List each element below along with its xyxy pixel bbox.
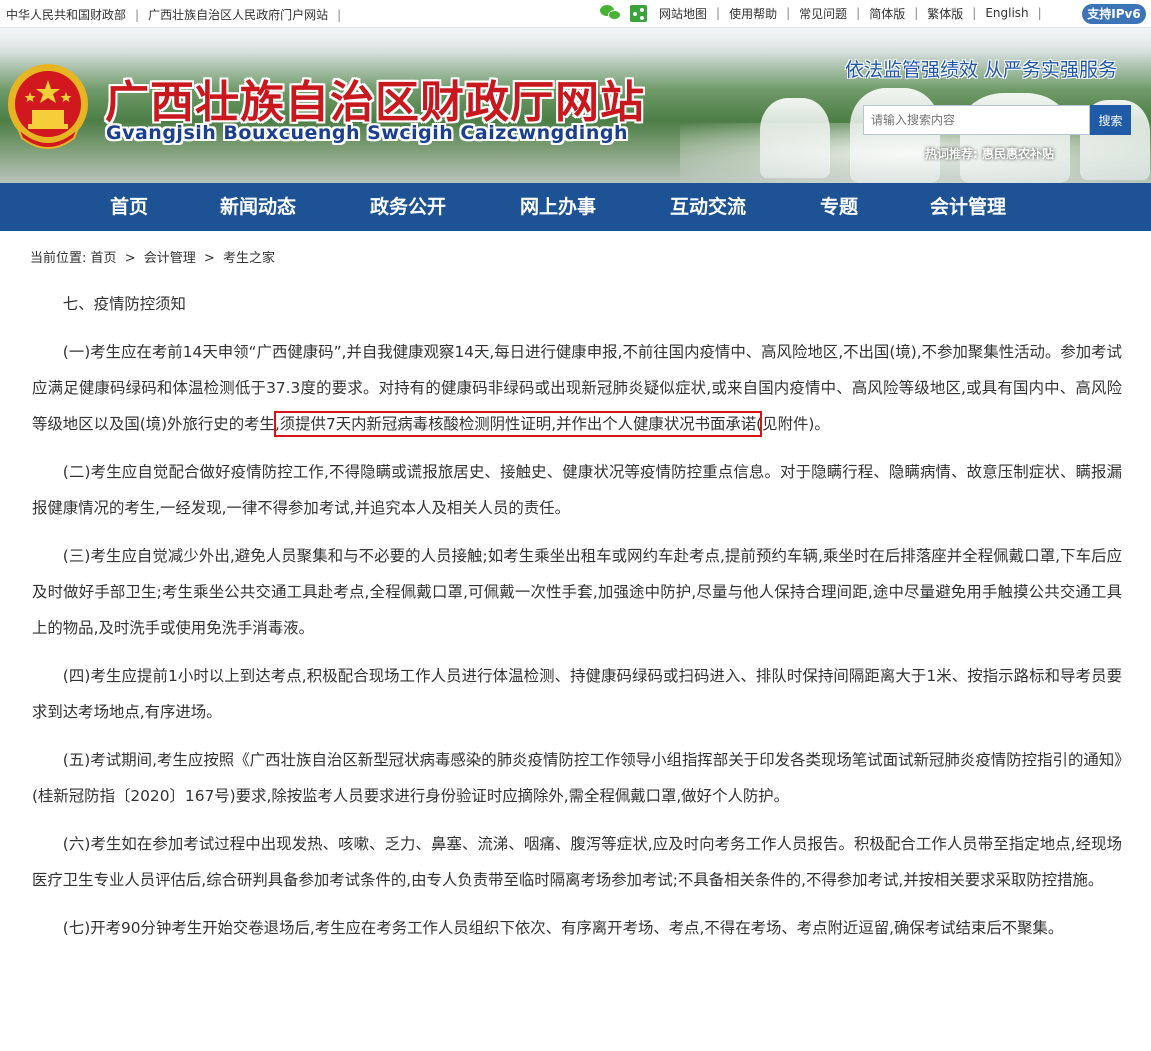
hot-words[interactable]: 热词推荐: 惠民惠农补贴 [925,145,1054,162]
nav-home[interactable]: 首页 [110,183,148,231]
national-emblem-icon [8,64,88,149]
paragraph-3: (三)考生应自觉减少外出,避免人员聚集和与不必要的人员接触;如考生乘坐出租车或网… [32,547,1122,637]
paragraph-2: (二)考生应自觉配合做好疫情防控工作,不得隐瞒或谎报旅居史、接触史、健康状况等疫… [32,463,1122,517]
breadcrumb-separator: > [124,251,136,266]
breadcrumb-separator: > [203,251,215,266]
nav-topics[interactable]: 专题 [820,183,858,231]
paragraph-6: (六)考生如在参加考试过程中出现发热、咳嗽、乏力、鼻塞、流涕、咽痛、腹泻等症状,… [32,835,1122,889]
ipv6-badge[interactable]: 支持IPv6 [1082,4,1146,24]
link-traditional[interactable]: 繁体版 [927,5,963,22]
divider: | [972,6,977,20]
paragraph-1: (一)考生应在考前14天申领“广西健康码”,并自我健康观察14天,每日进行健康申… [32,334,1122,442]
link-simplified[interactable]: 简体版 [869,5,905,22]
link-faq[interactable]: 常见问题 [799,5,847,22]
breadcrumb-candidates[interactable]: 考生之家 [223,251,275,266]
section-title: 七、疫情防控须知 [62,295,186,313]
breadcrumb-accounting[interactable]: 会计管理 [144,251,196,266]
divider: | [716,6,721,20]
link-sitemap[interactable]: 网站地图 [659,5,707,22]
divider: | [856,6,861,20]
site-subtitle: Gvangjsih Bouxcuengh Swcigih Caizcwngdin… [106,122,628,144]
nav-online-services[interactable]: 网上办事 [520,183,596,231]
divider: | [337,7,342,22]
main-nav: 首页 新闻动态 政务公开 网上办事 互动交流 专题 会计管理 [0,183,1151,231]
banner: 广西壮族自治区财政厅网站 Gvangjsih Bouxcuengh Swcigi… [0,28,1151,183]
top-bar: 中华人民共和国财政部 | 广西壮族自治区人民政府门户网站 | 网站地图 | 使用… [0,0,1151,28]
article-body: 七、疫情防控须知 (一)考生应在考前14天申领“广西健康码”,并自我健康观察14… [32,286,1122,958]
search-box: 搜索 [863,105,1131,135]
link-english[interactable]: English [985,6,1028,20]
search-input[interactable] [863,105,1090,135]
link-mof[interactable]: 中华人民共和国财政部 [6,6,126,23]
link-gxgov[interactable]: 广西壮族自治区人民政府门户网站 [148,6,328,23]
nav-accounting[interactable]: 会计管理 [930,183,1006,231]
share-icon[interactable] [630,4,647,22]
wechat-icon[interactable] [600,4,622,22]
breadcrumb-home[interactable]: 首页 [91,251,117,266]
search-button[interactable]: 搜索 [1090,105,1131,135]
paragraph-1-tail: (见附件)。 [756,415,830,433]
top-links-left: 中华人民共和国财政部 | 广西壮族自治区人民政府门户网站 | [6,6,350,23]
paragraph-5: (五)考试期间,考生应按照《广西壮族自治区新型冠状病毒感染的肺炎疫情防控工作领导… [32,751,1122,805]
highlighted-requirement: 须提供7天内新冠病毒核酸检测阴性证明,并作出个人健康状况书面承诺 [279,415,757,433]
nav-gov-affairs[interactable]: 政务公开 [370,183,446,231]
breadcrumb: 当前位置: 首页 > 会计管理 > 考生之家 [30,247,275,266]
breadcrumb-label: 当前位置: [30,251,87,266]
divider: | [914,6,919,20]
divider: | [1037,6,1042,20]
paragraph-4: (四)考生应提前1小时以上到达考点,积极配合现场工作人员进行体温检测、持健康码绿… [32,667,1122,721]
top-links-right: 网站地图 | 使用帮助 | 常见问题 | 简体版 | 繁体版 | English… [600,4,1051,22]
site-title: 广西壮族自治区财政厅网站 [105,77,645,128]
divider: | [786,6,791,20]
link-help[interactable]: 使用帮助 [729,5,777,22]
site-slogan: 依法监管强绩效 从严务实强服务 [845,59,1118,81]
nav-interaction[interactable]: 互动交流 [670,183,746,231]
paragraph-7: (七)开考90分钟考生开始交卷退场后,考生应在考务工作人员组织下依次、有序离开考… [62,919,1064,937]
sky-gradient [0,28,1151,58]
divider: | [135,7,140,22]
nav-news[interactable]: 新闻动态 [220,183,296,231]
